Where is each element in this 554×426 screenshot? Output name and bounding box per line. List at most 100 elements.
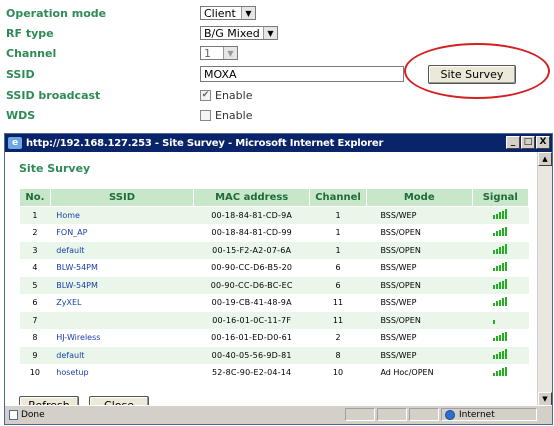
table-row: 9 default 00-40-05-56-9D-81 8 BSS/WEP <box>19 346 529 365</box>
row-mac-address: 00-16-01-0C-11-7F <box>193 311 310 330</box>
signal-bar <box>502 298 505 307</box>
page-icon <box>9 410 18 420</box>
site-survey-window: e http://192.168.127.253 - Site Survey -… <box>4 133 553 425</box>
column-header: Signal <box>471 188 530 207</box>
row-number: 2 <box>19 224 51 242</box>
row-signal <box>472 346 529 365</box>
minimize-button[interactable]: _ <box>506 136 520 149</box>
window-title: http://192.168.127.253 - Site Survey - M… <box>26 137 384 149</box>
channel-label: Channel <box>6 46 57 60</box>
row-channel: 11 <box>309 311 367 330</box>
scroll-up-icon[interactable]: ▲ <box>538 152 552 166</box>
signal-bar <box>502 245 505 254</box>
row-ssid[interactable]: ZyXEL <box>50 294 194 312</box>
row-number: 7 <box>19 311 51 330</box>
row-mac-address: 00-90-CC-D6-B5-20 <box>193 259 310 277</box>
row-channel: 2 <box>309 329 367 347</box>
status-done: Done <box>9 410 45 420</box>
status-bar: Done Internet <box>5 405 552 424</box>
row-signal <box>472 329 529 347</box>
signal-bar <box>505 366 508 377</box>
signal-bar <box>496 266 499 272</box>
survey-content: Site Survey No. SSID MAC address Channel… <box>5 152 538 406</box>
signal-bar <box>499 299 502 307</box>
row-ssid[interactable]: default <box>50 346 194 365</box>
signal-bar <box>493 267 496 272</box>
row-signal <box>472 259 529 277</box>
window-titlebar[interactable]: e http://192.168.127.253 - Site Survey -… <box>5 134 552 152</box>
signal-bar <box>502 333 505 342</box>
row-number: 1 <box>19 206 51 225</box>
row-ssid[interactable]: HJ-Wireless <box>50 329 194 347</box>
operation-mode-value: Client <box>204 6 236 20</box>
signal-bar <box>505 209 508 219</box>
row-channel: 1 <box>309 224 367 242</box>
signal-bar <box>493 372 496 377</box>
signal-bar <box>496 336 499 342</box>
signal-bar <box>505 331 508 342</box>
row-number: 6 <box>19 294 51 312</box>
row-ssid[interactable]: default <box>50 241 194 260</box>
status-pane <box>345 408 375 421</box>
row-ssid[interactable]: hosetup <box>50 364 194 382</box>
row-mac-address: 00-18-84-81-CD-99 <box>193 224 310 242</box>
signal-bar <box>502 350 505 359</box>
signal-bar <box>502 263 505 272</box>
row-number: 3 <box>19 241 51 260</box>
row-mac-address: 00-18-84-81-CD-9A <box>193 206 310 225</box>
row-ssid[interactable]: FON_AP <box>50 224 194 242</box>
row-number: 10 <box>19 364 51 382</box>
checkmark-icon: ✔ <box>200 89 211 101</box>
row-number: 5 <box>19 276 51 295</box>
row-mac-address: 00-16-01-ED-D0-61 <box>193 329 310 347</box>
row-ssid[interactable]: BLW-54PM <box>50 276 194 295</box>
channel-value: 1 <box>204 46 211 60</box>
survey-table-body: 1 Home 00-18-84-81-CD-9A 1 BSS/WEP 2 FON_AP 00-… <box>19 206 529 382</box>
signal-bar <box>493 285 496 289</box>
empty-checkbox-icon <box>200 109 211 121</box>
signal-strength-icon <box>493 331 508 342</box>
signal-bar <box>505 244 508 254</box>
chevron-down-icon: ▼ <box>223 47 237 59</box>
survey-title: Site Survey <box>19 162 91 175</box>
signal-bar <box>496 213 499 219</box>
vertical-scrollbar[interactable]: ▲ ▼ <box>537 152 552 406</box>
column-header: Channel <box>309 188 367 207</box>
scroll-down-icon[interactable]: ▼ <box>538 392 552 406</box>
signal-bar <box>502 228 505 237</box>
maximize-button[interactable]: □ <box>521 136 535 149</box>
row-ssid[interactable] <box>50 311 194 330</box>
close-window-button[interactable]: X <box>536 136 550 149</box>
row-mode: BSS/WEP <box>366 346 473 365</box>
table-row: 1 Home 00-18-84-81-CD-9A 1 BSS/WEP <box>19 206 529 225</box>
signal-bar <box>493 337 496 342</box>
ssid-broadcast-label: SSID broadcast <box>6 88 101 102</box>
signal-bar <box>502 210 505 219</box>
signal-bar <box>496 301 499 307</box>
row-ssid[interactable]: BLW-54PM <box>50 259 194 277</box>
row-channel: 1 <box>309 241 367 260</box>
signal-bar <box>499 229 502 237</box>
channel-select[interactable]: 1 ▼ <box>200 46 238 60</box>
signal-bar <box>496 353 499 359</box>
operation-mode-select[interactable]: Client ▼ <box>200 6 256 20</box>
row-number: 9 <box>19 346 51 365</box>
rf-type-select[interactable]: B/G Mixed ▼ <box>200 26 278 40</box>
signal-bar <box>496 231 499 237</box>
signal-bar <box>505 296 508 307</box>
ssid-label: SSID <box>6 67 35 81</box>
ssid-broadcast-checkbox[interactable]: ✔ Enable <box>200 89 252 102</box>
signal-bar <box>502 280 505 289</box>
ssid-input[interactable]: MOXA <box>200 66 404 82</box>
row-ssid[interactable]: Home <box>50 206 194 225</box>
signal-bar <box>493 320 496 324</box>
table-row: 8 HJ-Wireless 00-16-01-ED-D0-61 2 BSS/WEP <box>19 329 529 347</box>
row-mac-address: 00-90-CC-D6-BC-EC <box>193 276 310 295</box>
rf-type-label: RF type <box>6 26 54 40</box>
signal-strength-icon <box>493 349 508 359</box>
row-channel: 1 <box>309 206 367 225</box>
wds-checkbox[interactable]: Enable <box>200 109 252 122</box>
row-signal <box>472 206 529 225</box>
wireless-settings-form: Operation mode Client ▼ RF type B/G Mixe… <box>0 0 554 135</box>
column-header: No. <box>19 188 51 207</box>
